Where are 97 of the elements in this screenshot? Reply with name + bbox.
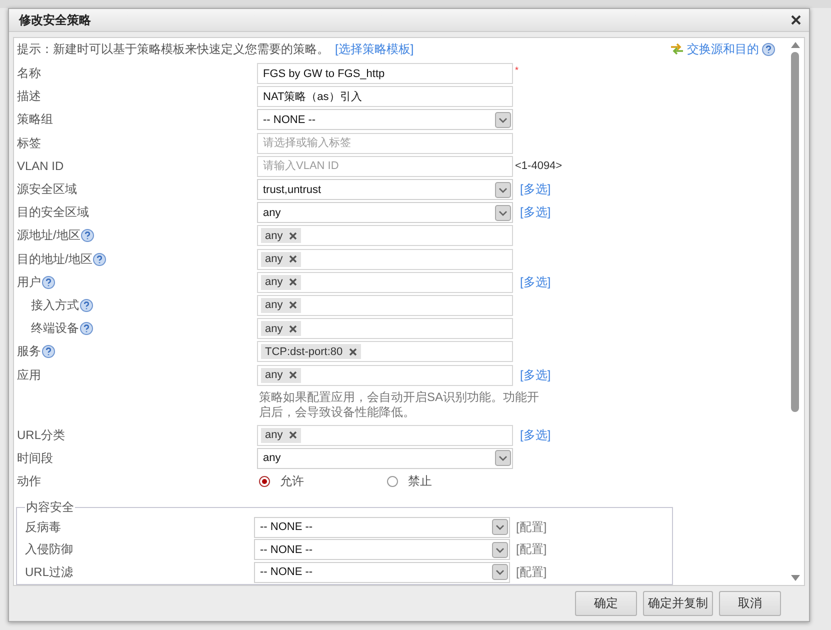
chevron-icon [495,112,511,128]
dropdown[interactable]: -- NONE -- [254,562,510,583]
scroll-down-icon [790,575,800,581]
dropdown[interactable]: -- NONE -- [257,109,513,130]
remove-icon [288,371,297,380]
close-icon[interactable] [791,15,801,25]
field-label: 标签 [17,134,41,152]
chevron-icon [495,450,511,466]
field-label: 入侵防御 [25,541,73,558]
field-label: 服务 [17,343,41,360]
field-label: 反病毒 [25,518,61,536]
tag-chip[interactable]: any [261,274,301,290]
range-hint: <1-4094> [515,160,562,172]
field-label: 目的地址/地区 [17,250,92,268]
help-icon [762,42,775,56]
configure-link[interactable]: [配置] [512,518,547,536]
multi-select-link[interactable]: [多选] [515,366,551,384]
text-field[interactable]: 请选择或输入标签 [257,132,513,154]
text-field[interactable]: NAT策略（as）引入 [257,86,513,108]
help-icon [81,229,94,242]
hint-text: 提示：新建时可以基于策略模板来快速定义您需要的策略。 [17,40,329,58]
multi-select-link[interactable]: [多选] [515,426,551,444]
field-label: 接入方式 [31,296,79,314]
dropdown[interactable]: -- NONE -- [254,539,510,560]
help-icon [42,276,55,289]
radio-label: 禁止 [408,473,432,490]
dropdown[interactable]: any [257,202,513,224]
required-marker: * [515,64,519,75]
field-label: 动作 [17,473,41,490]
dropdown[interactable]: trust,untrust [257,179,513,200]
remove-icon [288,301,297,310]
tag-field[interactable]: any [257,248,513,270]
remove-icon [288,431,297,440]
tag-chip[interactable]: any [261,298,301,313]
template-link[interactable]: [选择策略模板] [335,40,414,58]
help-icon [42,345,55,358]
tag-chip[interactable]: any [261,368,301,383]
swap-arrows-icon [670,43,684,55]
text-field[interactable]: FGS by GW to FGS_http [257,63,513,84]
chevron-icon [492,564,508,580]
tag-chip[interactable]: any [261,228,301,244]
dialog-button[interactable]: 确定并复制 [643,591,713,616]
field-label: 源安全区域 [17,181,77,198]
multi-select-link[interactable]: [多选] [515,274,551,291]
tag-chip[interactable]: any [261,321,301,336]
field-label: 用户 [17,274,41,291]
field-label: VLAN ID [17,159,64,174]
tag-field[interactable]: any [257,272,513,293]
tag-field[interactable]: any [257,225,513,246]
dropdown[interactable]: -- NONE -- [254,516,510,538]
tag-field[interactable]: any [257,364,513,386]
chevron-icon [492,542,508,558]
remove-icon [288,232,297,240]
help-icon [80,322,93,336]
multi-select-link[interactable]: [多选] [515,204,551,222]
multi-select-link[interactable]: [多选] [515,181,551,198]
radio-label: 允许 [280,473,304,490]
dialog-button[interactable]: 取消 [719,591,781,616]
field-label: 应用 [17,366,41,384]
tag-field[interactable]: any [257,294,513,316]
configure-link[interactable]: [配置] [512,541,547,558]
note-text: 策略如果配置应用，会自动开启SA识别功能。功能开启后，会导致设备性能降低。 [259,390,540,420]
tag-field[interactable]: any [257,318,513,340]
scrollbar-thumb[interactable] [791,52,799,412]
field-label: 策略组 [17,111,53,128]
field-label: 时间段 [17,450,53,467]
text-field[interactable]: 请输入VLAN ID [257,156,513,177]
chevron-icon [492,519,508,536]
field-label: URL分类 [17,426,66,444]
tag-chip[interactable]: any [261,428,301,443]
remove-icon [288,255,297,264]
remove-icon [288,278,297,286]
radio-button[interactable] [259,476,270,488]
tag-field[interactable]: any [257,424,513,446]
field-label: 目的安全区域 [17,204,89,222]
help-icon [80,298,93,312]
configure-link[interactable]: [配置] [512,564,547,581]
remove-icon [288,324,297,333]
field-label: 终端设备 [31,320,79,338]
field-label: URL过滤 [25,564,74,581]
swap-link[interactable]: 交换源和目的 [687,40,759,58]
chevron-icon [495,204,511,221]
group-legend: 内容安全 [25,499,75,516]
help-icon [93,252,106,266]
dropdown[interactable]: any [257,448,513,469]
scroll-up-icon [790,42,800,48]
dialog-button[interactable]: 确定 [575,591,637,616]
tag-chip[interactable]: TCP:dst-port:80 [261,344,361,360]
dialog-title: 修改安全策略 [19,12,91,28]
field-label: 描述 [17,88,41,106]
tag-field[interactable]: TCP:dst-port:80 [257,341,513,362]
field-label: 源地址/地区 [17,227,80,244]
tag-chip[interactable]: any [261,252,301,267]
chevron-icon [495,182,511,198]
remove-icon [348,348,357,356]
radio-button[interactable] [387,476,398,488]
field-label: 名称 [17,65,41,82]
